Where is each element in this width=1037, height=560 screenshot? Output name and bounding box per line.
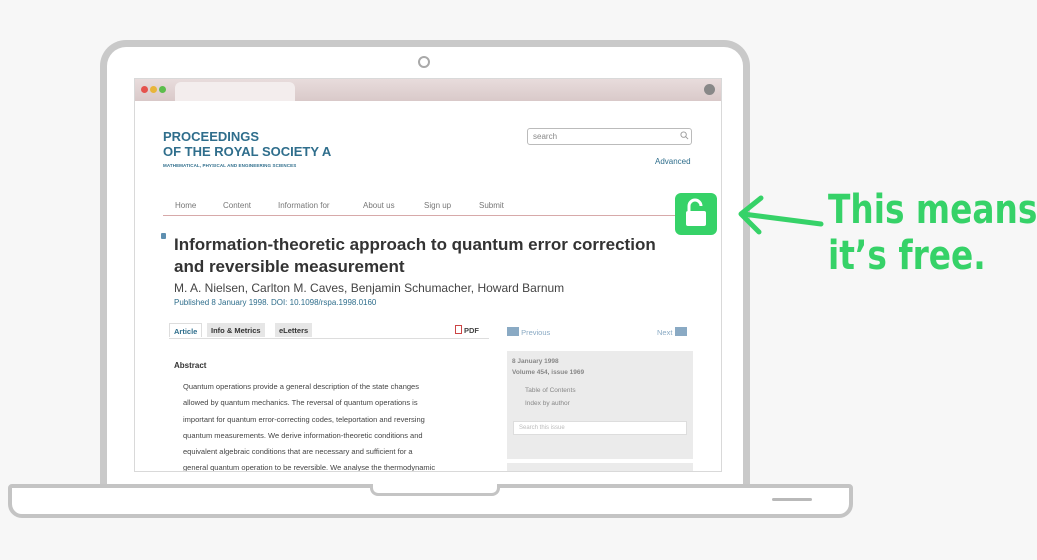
maximize-window-icon[interactable] bbox=[159, 86, 166, 93]
article-tabs: Article Info & Metrics eLetters bbox=[169, 323, 489, 339]
abstract-text: Quantum operations provide a general des… bbox=[183, 379, 473, 472]
browser-titlebar bbox=[135, 79, 721, 101]
article-authors[interactable]: M. A. Nielsen, Carlton M. Caves, Benjami… bbox=[174, 281, 564, 295]
next-label: Next bbox=[657, 328, 673, 337]
laptop-notch bbox=[370, 484, 500, 496]
abstract-line: quantum measurements. We derive informat… bbox=[183, 430, 423, 440]
minimize-window-icon[interactable] bbox=[150, 86, 157, 93]
sidebar-panel bbox=[507, 463, 693, 471]
issue-search-input[interactable]: Search this issue bbox=[513, 421, 687, 435]
laptop-base bbox=[8, 484, 853, 518]
tab-info-metrics[interactable]: Info & Metrics bbox=[207, 323, 265, 337]
open-access-lock-icon bbox=[161, 233, 166, 239]
tab-eletters[interactable]: eLetters bbox=[275, 323, 313, 337]
camera-icon bbox=[418, 56, 430, 68]
nav-home[interactable]: Home bbox=[175, 201, 196, 210]
abstract-line: equivalent algebraic conditions that are… bbox=[183, 447, 413, 457]
nav-submit[interactable]: Submit bbox=[479, 201, 504, 210]
abstract-heading: Abstract bbox=[174, 361, 207, 370]
search-input[interactable]: search bbox=[527, 128, 692, 145]
abstract-line: important for quantum error-correcting c… bbox=[183, 414, 425, 424]
annotation-callout: This means it’s free. bbox=[828, 187, 1037, 279]
nav-sign-up[interactable]: Sign up bbox=[424, 201, 451, 210]
nav-content[interactable]: Content bbox=[223, 201, 251, 210]
table-of-contents-link[interactable]: Table of Contents bbox=[525, 387, 576, 394]
abstract-line: general quantum operation to be reversib… bbox=[183, 463, 436, 472]
search-icon[interactable] bbox=[680, 131, 689, 140]
account-icon[interactable] bbox=[704, 84, 715, 95]
article-published[interactable]: Published 8 January 1998. DOI: 10.1098/r… bbox=[174, 298, 376, 307]
journal-page: PROCEEDINGS OF THE ROYAL SOCIETY A MATHE… bbox=[135, 101, 721, 471]
annotation-line1: This means bbox=[828, 187, 1037, 233]
abstract-line: allowed by quantum mechanics. The revers… bbox=[183, 398, 418, 408]
annotation-line2: it’s free. bbox=[828, 233, 986, 279]
index-by-author-link[interactable]: Index by author bbox=[525, 400, 570, 407]
laptop-screen: PROCEEDINGS OF THE ROYAL SOCIETY A MATHE… bbox=[134, 78, 722, 472]
laptop-slot bbox=[772, 498, 812, 501]
open-lock-glyph bbox=[686, 198, 706, 226]
nav-about-us[interactable]: About us bbox=[363, 201, 395, 210]
next-button[interactable]: Next bbox=[657, 327, 687, 337]
main-nav: Home Content Information for About us Si… bbox=[163, 197, 693, 216]
journal-title-line2: OF THE ROYAL SOCIETY A bbox=[163, 144, 332, 159]
journal-logo[interactable]: PROCEEDINGS OF THE ROYAL SOCIETY A bbox=[163, 129, 383, 159]
pdf-link[interactable]: PDF bbox=[455, 325, 479, 335]
close-window-icon[interactable] bbox=[141, 86, 148, 93]
issue-volume: Volume 454, issue 1969 bbox=[512, 369, 585, 376]
pdf-icon bbox=[455, 325, 462, 334]
open-lock-icon bbox=[675, 193, 717, 235]
arrow-icon bbox=[738, 195, 824, 235]
previous-button[interactable]: Previous bbox=[507, 327, 550, 337]
abstract-line: Quantum operations provide a general des… bbox=[183, 382, 419, 391]
journal-subtitle: MATHEMATICAL, PHYSICAL AND ENGINEERING S… bbox=[163, 163, 297, 168]
chevron-right-icon bbox=[674, 327, 687, 336]
issue-date: 8 January 1998 bbox=[512, 358, 559, 365]
chevron-left-icon bbox=[507, 327, 519, 336]
browser-tab[interactable] bbox=[175, 82, 295, 101]
advanced-search-link[interactable]: Advanced bbox=[655, 157, 691, 166]
previous-label: Previous bbox=[521, 328, 551, 337]
tab-article[interactable]: Article bbox=[169, 323, 203, 337]
journal-title-line1: PROCEEDINGS bbox=[163, 129, 260, 144]
pdf-label: PDF bbox=[464, 326, 479, 335]
nav-information-for[interactable]: Information for bbox=[278, 201, 330, 210]
article-title: Information-theoretic approach to quantu… bbox=[174, 235, 656, 276]
